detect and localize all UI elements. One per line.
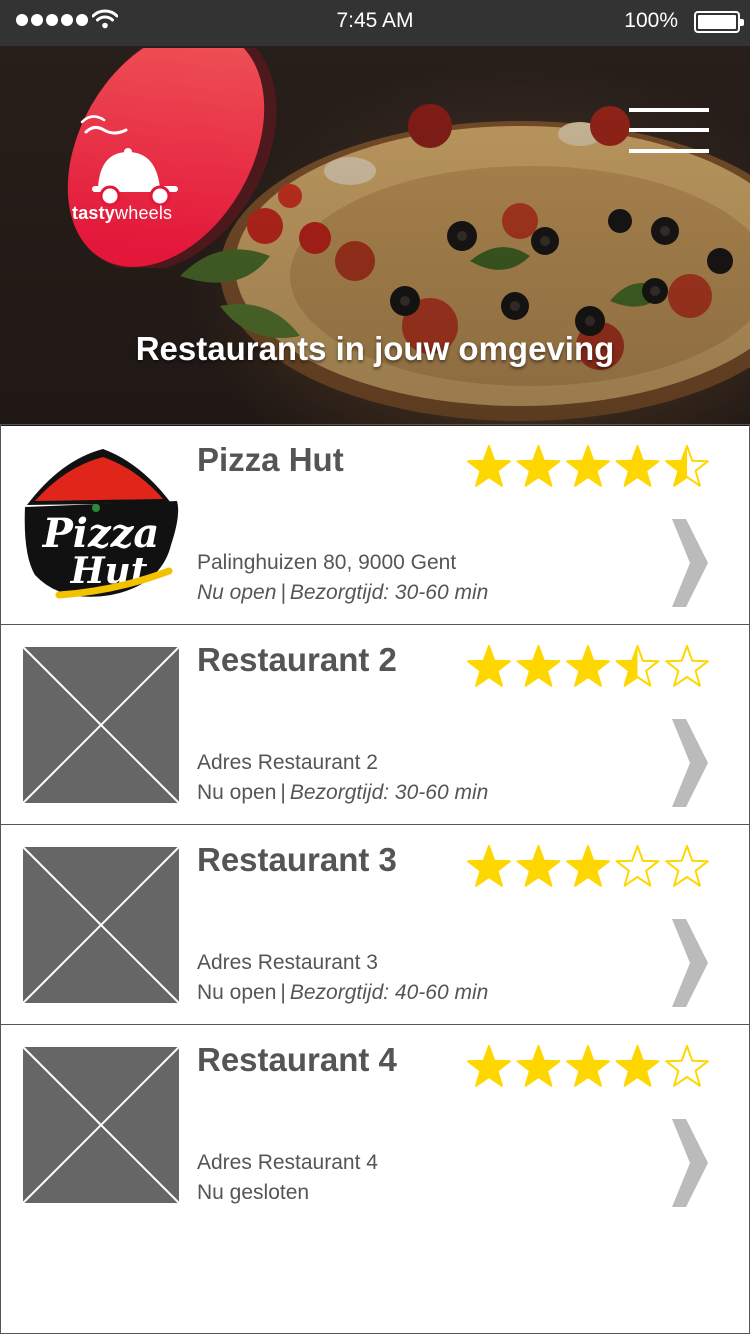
- star-full-icon: [615, 1045, 660, 1087]
- restaurant-row[interactable]: Restaurant 3 Adres Restaurant 3 Nu open | Be…: [1, 824, 749, 1024]
- delivery-time: Bezorgtijd: 40-60 min: [289, 981, 489, 1004]
- restaurant-status: Nu gesloten: [197, 1181, 309, 1205]
- restaurant-row[interactable]: Restaurant 2 Adres Restaurant 2 Nu open | Be…: [1, 624, 749, 824]
- delivery-time: Bezorgtijd: 30-60 min: [289, 781, 489, 804]
- star-full-icon: [467, 1045, 511, 1087]
- hamburger-menu-icon[interactable]: [629, 108, 709, 154]
- placeholder-image: [21, 845, 181, 1005]
- chevron-right-icon[interactable]: [670, 517, 710, 609]
- star-full-icon: [467, 645, 511, 687]
- star-empty-icon: [665, 845, 709, 887]
- star-full-icon: [516, 445, 561, 487]
- pizza-hut-logo: PizzaHut: [24, 449, 179, 599]
- logo-text: tastywheels: [72, 203, 173, 223]
- placeholder-image: [21, 645, 181, 805]
- restaurant-status: Nu open | Bezorgtijd: 30-60 min: [197, 581, 489, 604]
- star-full-icon: [516, 845, 561, 887]
- star-full-icon: [467, 445, 511, 487]
- restaurant-name: Restaurant 2: [197, 641, 397, 678]
- delivery-time: Bezorgtijd: 30-60 min: [289, 581, 489, 604]
- restaurant-name: Pizza Hut: [197, 441, 344, 478]
- status-bar: 7:45 AM 100%: [0, 0, 750, 46]
- open-status: Nu gesloten: [197, 1181, 310, 1204]
- star-full-icon: [566, 645, 610, 687]
- star-full-icon: [566, 445, 610, 487]
- restaurant-address: Adres Restaurant 3: [197, 951, 378, 974]
- battery-percentage: 100%: [624, 9, 678, 32]
- battery-icon: [694, 11, 744, 33]
- open-status: Nu open: [197, 781, 277, 804]
- star-rating: [467, 645, 709, 687]
- restaurant-row[interactable]: Restaurant 4 Adres Restaurant 4 Nu geslote…: [1, 1024, 749, 1224]
- open-status: Nu open: [197, 581, 277, 604]
- star-full-icon: [566, 1045, 610, 1087]
- star-full-icon: [615, 445, 660, 487]
- star-full-icon: [566, 845, 610, 887]
- star-full-icon: [467, 845, 511, 887]
- star-empty-icon: [665, 645, 709, 687]
- star-empty-icon: [665, 1045, 709, 1087]
- star-empty-icon: [615, 845, 660, 887]
- chevron-right-icon[interactable]: [670, 1117, 710, 1209]
- hero-banner: tastywheels Restaurants in jouw omgeving: [0, 46, 750, 426]
- chevron-right-icon[interactable]: [670, 717, 710, 809]
- restaurant-row[interactable]: Pizza Hut Pizza Hut Palinghuizen 80, 9000 G…: [1, 424, 749, 624]
- star-rating: [467, 1045, 709, 1087]
- tastywheels-logo: [67, 48, 277, 268]
- placeholder-image: [21, 1045, 181, 1205]
- page-title: Restaurants in jouw omgeving: [135, 330, 615, 367]
- restaurant-name: Restaurant 4: [197, 1041, 397, 1078]
- star-full-icon: [516, 1045, 561, 1087]
- restaurant-address: Adres Restaurant 2: [197, 751, 378, 774]
- star-rating: [467, 845, 709, 887]
- chevron-right-icon[interactable]: [670, 917, 710, 1009]
- star-rating: [467, 445, 709, 487]
- restaurant-address: Adres Restaurant 4: [197, 1151, 378, 1174]
- open-status: Nu open: [197, 981, 277, 1004]
- restaurant-list: Pizza Hut Pizza Hut Palinghuizen 80, 9000 G…: [0, 424, 750, 1334]
- star-full-icon: [516, 645, 561, 687]
- restaurant-status: Nu open | Bezorgtijd: 30-60 min: [197, 781, 489, 804]
- restaurant-address: Palinghuizen 80, 9000 Gent: [197, 551, 457, 574]
- restaurant-name: Restaurant 3: [197, 841, 397, 878]
- restaurant-status: Nu open | Bezorgtijd: 40-60 min: [197, 981, 489, 1004]
